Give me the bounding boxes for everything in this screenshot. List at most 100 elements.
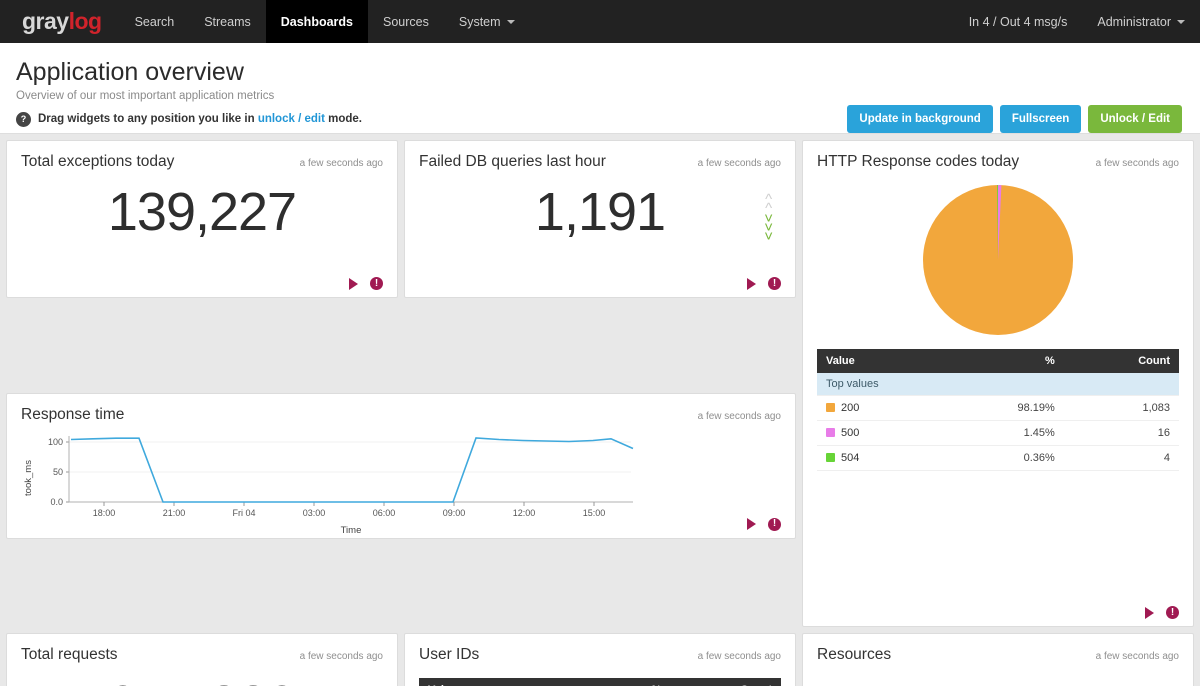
user-menu[interactable]: Administrator (1082, 0, 1200, 43)
table-row[interactable]: 500 1.45% 16 (817, 420, 1179, 446)
widget-title: Failed DB queries last hour (419, 153, 606, 170)
cell-value: 200 (817, 395, 936, 421)
table-body: Top values 200 98.19% 1,083 500 1.45% 16… (817, 373, 1179, 471)
color-swatch (826, 453, 835, 462)
x-tick-label: 21:00 (163, 508, 186, 518)
update-in-background-button[interactable]: Update in background (847, 105, 993, 133)
user-label: Administrator (1097, 14, 1171, 29)
main-nav: Search Streams Dashboards Sources System (120, 0, 530, 43)
nav-label: Sources (383, 14, 429, 29)
info-icon[interactable]: ! (768, 517, 781, 531)
cell-percent: 98.19% (935, 395, 1064, 421)
nav-item-dashboards[interactable]: Dashboards (265, 0, 368, 43)
help-icon: ? (16, 111, 31, 127)
line-chart: took_ms 100 50 0.0 18:00 21:00 Fri 04 03… (21, 430, 781, 538)
widget-footer: ! (747, 277, 781, 290)
nav-item-streams[interactable]: Streams (189, 0, 266, 43)
column-header-percent: % (564, 678, 671, 686)
table-header-row: Value % Count (817, 349, 1179, 373)
play-icon[interactable] (349, 277, 358, 290)
widget-header: HTTP Response codes today a few seconds … (817, 153, 1179, 171)
widget-header: Total requests a few seconds ago (21, 646, 383, 664)
chevron-down-icon: ˅ (764, 228, 773, 246)
widget-total-requests[interactable]: Total requests a few seconds ago 975,829… (6, 633, 398, 686)
widget-timestamp: a few seconds ago (1095, 651, 1179, 662)
play-icon[interactable] (747, 518, 756, 530)
widget-resources[interactable]: Resources a few seconds ago (802, 633, 1194, 686)
widget-timestamp: a few seconds ago (697, 651, 781, 662)
counter-value: 975,829 (21, 678, 383, 686)
widget-header: Response time a few seconds ago (21, 406, 781, 424)
nav-label: Dashboards (280, 14, 353, 29)
cell-count: 4 (1063, 445, 1179, 471)
dashboard-grid: Total exceptions today a few seconds ago… (0, 134, 1200, 686)
hint-text-before: Drag widgets to any position you like in (38, 113, 255, 125)
counter-value: 139,227 (107, 182, 297, 242)
page-header: Application overview Overview of our mos… (0, 43, 1200, 134)
info-icon[interactable]: ! (768, 277, 781, 290)
column-header-percent: % (935, 349, 1064, 373)
table-row[interactable]: 504 0.36% 4 (817, 445, 1179, 471)
throughput-indicator[interactable]: In 4 / Out 4 msg/s (954, 0, 1083, 43)
top-navbar: gray log Search Streams Dashboards Source… (0, 0, 1200, 43)
cell-percent: 0.36% (935, 445, 1064, 471)
widget-header: Resources a few seconds ago (817, 646, 1179, 664)
group-label: Top values (817, 373, 1179, 396)
y-tick-label: 50 (53, 467, 63, 477)
table-row[interactable]: 200 98.19% 1,083 (817, 395, 1179, 421)
widget-timestamp: a few seconds ago (1095, 158, 1179, 169)
unlock-edit-link[interactable]: unlock / edit (258, 113, 325, 125)
table-header: Value % Count (419, 678, 781, 686)
navbar-right: In 4 / Out 4 msg/s Administrator (954, 0, 1200, 43)
widget-http-response-codes[interactable]: HTTP Response codes today a few seconds … (802, 140, 1194, 627)
info-icon[interactable]: ! (370, 277, 383, 290)
play-icon[interactable] (1145, 606, 1154, 619)
widget-failed-db-queries[interactable]: Failed DB queries last hour a few second… (404, 140, 796, 298)
graylog-logo[interactable]: gray log (0, 0, 120, 43)
hint-text-after: mode. (328, 113, 362, 125)
throughput-label: In 4 / Out 4 msg/s (968, 14, 1068, 29)
widget-footer: ! (349, 277, 383, 290)
nav-label: Search (134, 14, 175, 29)
widget-timestamp: a few seconds ago (697, 410, 781, 422)
http-codes-table: Value % Count Top values 200 98.19% 1,08… (817, 349, 1179, 471)
widget-footer: ! (747, 517, 781, 531)
widget-title: Total requests (21, 646, 118, 663)
cell-value: 500 (817, 420, 936, 446)
widget-title: User IDs (419, 646, 480, 663)
value-text: 500 (841, 427, 860, 439)
header-actions: Update in background Fullscreen Unlock /… (847, 105, 1182, 133)
pie-chart-svg (923, 185, 1073, 335)
cell-count: 16 (1063, 420, 1179, 446)
nav-item-sources[interactable]: Sources (368, 0, 444, 43)
widget-title: Total exceptions today (21, 153, 175, 170)
widget-header: User IDs a few seconds ago (419, 646, 781, 664)
table-header: Value % Count (817, 349, 1179, 373)
x-tick-label: 12:00 (513, 508, 536, 518)
info-icon[interactable]: ! (1166, 606, 1179, 619)
cell-percent: 1.45% (935, 420, 1064, 446)
widget-footer: ! (1145, 606, 1179, 619)
widget-title: Resources (817, 646, 892, 663)
fullscreen-button[interactable]: Fullscreen (999, 105, 1082, 133)
widget-user-ids[interactable]: User IDs a few seconds ago Value % Count… (404, 633, 796, 686)
column-header-count: Count (670, 678, 781, 686)
nav-item-search[interactable]: Search (120, 0, 190, 43)
x-tick-label: 15:00 (583, 508, 606, 518)
play-icon[interactable] (747, 277, 756, 290)
user-ids-table: Value % Count Top values 6469981 56.03% … (419, 678, 781, 686)
x-tick-label: 18:00 (93, 508, 116, 518)
logo-text-gray: gray (22, 8, 69, 34)
column-header-value: Value (817, 349, 936, 373)
counter-with-trend: 1,191 ^ ^ ˅ ˅ ˅ (419, 185, 781, 246)
page-subtitle: Overview of our most important applicati… (16, 89, 275, 102)
widget-title: HTTP Response codes today (817, 153, 1020, 170)
page-title: Application overview (16, 58, 244, 86)
nav-item-system[interactable]: System (444, 0, 530, 43)
unlock-edit-button[interactable]: Unlock / Edit (1088, 105, 1182, 133)
widget-response-time[interactable]: Response time a few seconds ago took_ms … (6, 392, 796, 539)
line-chart-svg: took_ms 100 50 0.0 18:00 21:00 Fri 04 03… (23, 435, 634, 536)
y-axis-title: took_ms (23, 459, 34, 495)
widget-total-exceptions[interactable]: Total exceptions today a few seconds ago… (6, 140, 398, 298)
y-tick-label: 100 (48, 437, 63, 447)
